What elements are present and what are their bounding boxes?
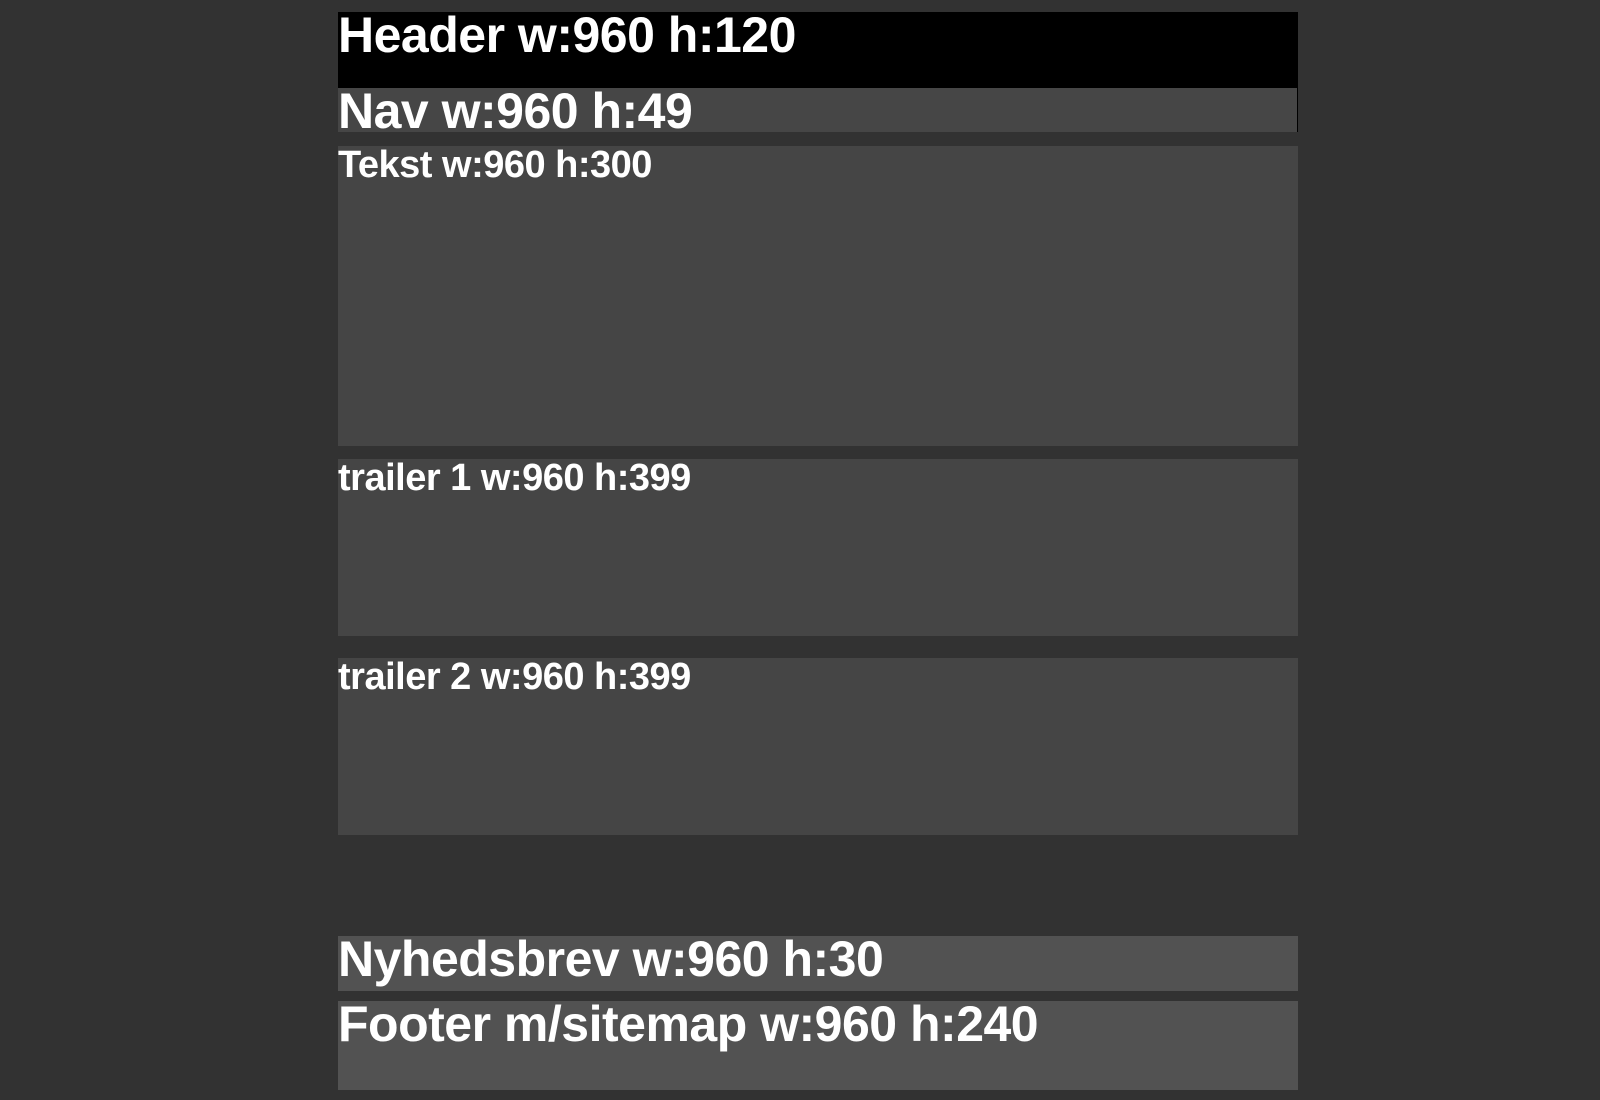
tekst-block-label: Tekst w:960 h:300 — [338, 146, 652, 186]
nyhedsbrev-block: Nyhedsbrev w:960 h:30 — [338, 936, 1298, 991]
nyhedsbrev-block-label: Nyhedsbrev w:960 h:30 — [338, 936, 884, 987]
trailer-1-block-label: trailer 1 w:960 h:399 — [338, 459, 691, 499]
footer-block-label: Footer m/sitemap w:960 h:240 — [338, 1001, 1039, 1052]
nav-block: Nav w:960 h:49 — [338, 88, 1298, 132]
trailer-2-block: trailer 2 w:960 h:399 — [338, 658, 1298, 835]
footer-block: Footer m/sitemap w:960 h:240 — [338, 1001, 1298, 1090]
tekst-block: Tekst w:960 h:300 — [338, 146, 1298, 446]
header-block: Header w:960 h:120 — [338, 12, 1298, 88]
nav-block-label: Nav w:960 h:49 — [338, 88, 693, 132]
trailer-2-block-label: trailer 2 w:960 h:399 — [338, 658, 691, 698]
trailer-1-block: trailer 1 w:960 h:399 — [338, 459, 1298, 636]
header-block-label: Header w:960 h:120 — [338, 12, 796, 63]
